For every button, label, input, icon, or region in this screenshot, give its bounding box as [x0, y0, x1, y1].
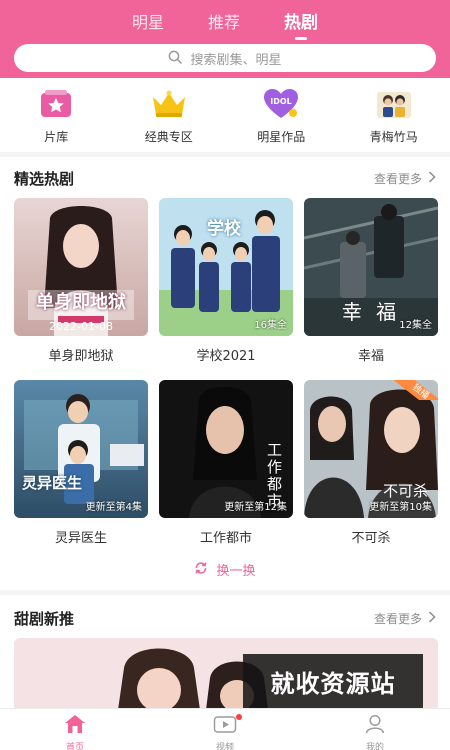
quick-item-library[interactable]: 片库	[0, 88, 113, 150]
episode-label: 12集全	[399, 320, 432, 331]
quick-label-star-works: 明星作品	[257, 130, 306, 144]
drama-card[interactable]: 单身即地狱 2022-01-08 单身即地狱	[14, 198, 148, 364]
notification-dot	[236, 714, 242, 720]
featured-section-header: 精选热剧 查看更多	[0, 166, 450, 190]
chevron-right-icon	[428, 171, 436, 186]
home-icon	[64, 714, 86, 738]
quick-menu: 片库 经典专区 IDOL 明星作品 青梅竹马	[0, 88, 450, 150]
featured-row: 灵异医生 更新至第4集 灵异医生 工作都市 更新至第12集 工作都市 不可杀 更…	[14, 380, 438, 550]
nav-profile-label: 我的	[365, 743, 384, 750]
category-tabs: 明星 推荐 热剧	[0, 12, 450, 40]
quick-item-classics[interactable]: 经典专区	[113, 88, 226, 150]
drama-title: 幸福	[357, 349, 384, 364]
poster-title-art: 学校	[207, 219, 241, 239]
search-icon	[168, 49, 183, 68]
drama-poster: 单身即地狱 2022-01-08	[14, 198, 148, 336]
drama-card[interactable]: 学校 16集全 学校2021	[159, 198, 293, 364]
drama-card[interactable]: 幸 福 12集全 幸福	[304, 198, 438, 364]
nav-profile[interactable]: 我的	[300, 709, 450, 750]
sweet-see-more[interactable]: 查看更多	[374, 610, 436, 627]
svg-text:IDOL: IDOL	[270, 97, 292, 106]
see-more-label: 查看更多	[373, 172, 422, 186]
drama-title: 学校2021	[196, 349, 256, 364]
nav-home-label: 首页	[65, 743, 84, 750]
poster-date: 2022-01-08	[49, 320, 113, 333]
section-divider	[0, 152, 450, 157]
drama-title: 工作都市	[199, 531, 252, 546]
bottom-navigation: 首页 视频 我的	[0, 708, 450, 750]
featured-section-title: 精选热剧	[14, 170, 75, 188]
quick-item-childhood-friends[interactable]: 青梅竹马	[338, 88, 450, 150]
poster-title-art: 灵异医生	[22, 474, 83, 492]
drama-title: 单身即地狱	[48, 349, 114, 364]
quick-label-classics: 经典专区	[144, 130, 193, 144]
tab-hot-dramas[interactable]: 热剧	[284, 12, 318, 40]
childhood-friends-icon	[374, 88, 414, 120]
drama-title: 不可杀	[351, 531, 391, 546]
section-divider	[0, 590, 450, 595]
search-input[interactable]: 搜索剧集、明星	[14, 44, 436, 72]
tab-recommend[interactable]: 推荐	[208, 12, 240, 40]
top-header: 明星 推荐 热剧 搜索剧集、明星	[0, 0, 450, 78]
search-placeholder: 搜索剧集、明星	[190, 52, 282, 68]
episode-label: 更新至第12集	[224, 502, 287, 513]
drama-poster: 工作都市 更新至第12集	[159, 380, 293, 518]
tab-stars[interactable]: 明星	[132, 12, 164, 40]
featured-see-more[interactable]: 查看更多	[374, 170, 436, 187]
sweet-section-title: 甜剧新推	[14, 610, 75, 628]
idol-heart-icon: IDOL	[261, 88, 301, 120]
drama-poster: 灵异医生 更新至第4集	[14, 380, 148, 518]
exclusive-badge-label: 独播	[394, 380, 438, 400]
episode-label: 16集全	[254, 320, 287, 331]
episode-label: 更新至第4集	[85, 502, 142, 513]
crown-icon	[149, 88, 189, 120]
drama-title: 灵异医生	[54, 531, 107, 546]
quick-item-star-works[interactable]: IDOL 明星作品	[225, 88, 338, 150]
sweet-section-header: 甜剧新推 查看更多	[0, 606, 450, 630]
nav-video[interactable]: 视频	[150, 709, 300, 750]
featured-row: 单身即地狱 2022-01-08 单身即地狱 学校 16集全 学校2021 幸 …	[14, 198, 438, 368]
video-icon	[213, 714, 237, 738]
refresh-label: 换一换	[216, 564, 256, 579]
drama-card[interactable]: 灵异医生 更新至第4集 灵异医生	[14, 380, 148, 546]
chevron-right-icon	[428, 611, 436, 626]
nav-home[interactable]: 首页	[0, 709, 150, 750]
drama-poster: 幸 福 12集全	[304, 198, 438, 336]
poster-title-art: 单身即地狱	[36, 292, 126, 313]
quick-label-childhood-friends: 青梅竹马	[369, 130, 418, 144]
drama-poster: 学校 16集全	[159, 198, 293, 336]
exclusive-badge: 独播	[394, 380, 438, 400]
drama-poster: 不可杀 更新至第10集 独播	[304, 380, 438, 518]
refresh-button[interactable]: 换一换	[0, 560, 450, 579]
nav-video-label: 视频	[215, 743, 234, 750]
quick-label-library: 片库	[44, 130, 69, 144]
profile-icon	[364, 714, 386, 738]
drama-card[interactable]: 不可杀 更新至第10集 独播 不可杀	[304, 380, 438, 546]
episode-label: 更新至第10集	[369, 502, 432, 513]
drama-card[interactable]: 工作都市 更新至第12集 工作都市	[159, 380, 293, 546]
see-more-label: 查看更多	[373, 612, 422, 626]
refresh-icon	[194, 561, 208, 579]
film-library-icon	[36, 88, 76, 120]
watermark-overlay: 就收资源站	[243, 654, 423, 708]
